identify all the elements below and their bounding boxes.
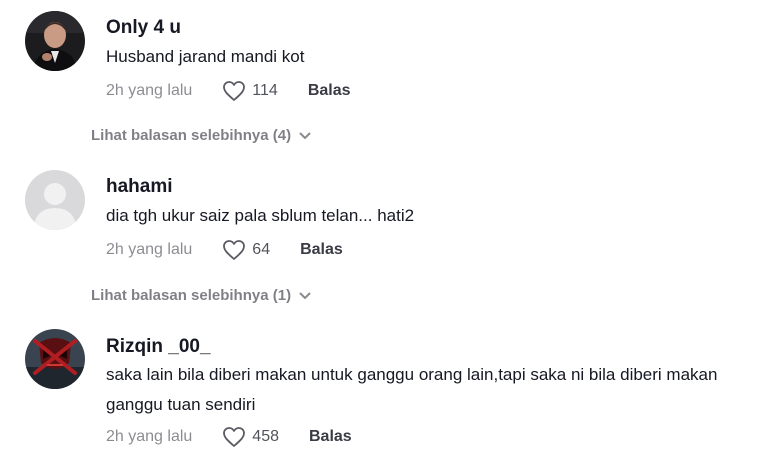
avatar[interactable] [25,329,85,389]
comment-text: dia tgh ukur saiz pala sblum telan... ha… [106,206,415,225]
comment-time: 2h yang lalu [106,241,193,258]
view-more-replies[interactable]: Lihat balasan selebihnya (1) [91,287,311,304]
mask-avatar-icon [25,329,85,389]
reply-button[interactable]: Balas [300,241,343,259]
comment-meta: 2h yang lalu 458 Balas [106,426,352,448]
heart-icon [223,81,246,101]
user-photo-avatar-icon [25,11,85,71]
comment-text: saka lain bila diberi makan untuk ganggu… [106,365,718,414]
avatar[interactable] [25,11,85,71]
comment-item: hahami dia tgh ukur saiz pala sblum tela… [0,160,778,320]
chevron-down-icon [299,292,311,299]
reply-button[interactable]: Balas [309,428,352,446]
comment-item: Rizqin _00_ saka lain bila diberi makan … [0,320,778,458]
like-button[interactable]: 114 [222,80,278,102]
heart-icon [223,240,246,260]
reply-button[interactable]: Balas [308,82,351,100]
comment-item: Only 4 u Husband jarand mandi kot 2h yan… [0,0,778,160]
like-count: 114 [252,82,278,99]
view-more-replies-label: Lihat balasan selebihnya (1) [91,287,292,304]
comment-meta: 2h yang lalu 64 Balas [106,239,343,261]
like-count: 458 [252,428,279,445]
heart-icon [223,427,246,447]
comment-time: 2h yang lalu [106,82,193,99]
comment-meta: 2h yang lalu 114 Balas [106,80,351,102]
comment-text: Husband jarand mandi kot [106,47,305,66]
chevron-down-icon [299,132,311,139]
comment-username[interactable]: Only 4 u [106,17,181,39]
view-more-replies[interactable]: Lihat balasan selebihnya (4) [91,127,311,144]
comment-username[interactable]: Rizqin _00_ [106,336,211,358]
default-user-avatar-icon [25,170,85,230]
avatar[interactable] [25,170,85,230]
comment-username[interactable]: hahami [106,176,173,198]
like-button[interactable]: 64 [222,239,270,261]
comment-time: 2h yang lalu [106,428,193,445]
like-button[interactable]: 458 [222,426,279,448]
like-count: 64 [252,241,271,258]
view-more-replies-label: Lihat balasan selebihnya (4) [91,127,292,144]
